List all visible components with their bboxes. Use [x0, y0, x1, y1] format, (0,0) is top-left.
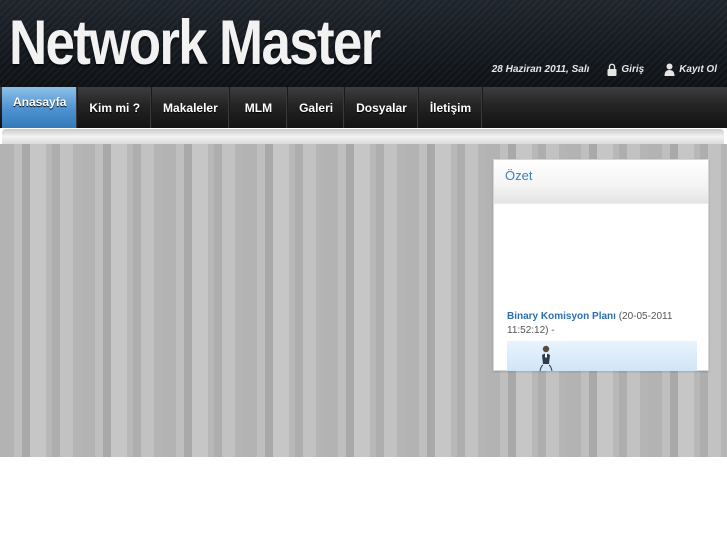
nav-item-galeri[interactable]: Galeri — [288, 87, 346, 128]
site-header: Network Master 28 Haziran 2011, Salı Gir… — [0, 0, 727, 87]
sub-bar — [2, 129, 724, 144]
panel-title: Özet — [494, 160, 708, 204]
article-link[interactable]: Binary Komisyon Planı — [507, 311, 616, 322]
current-date: 28 Haziran 2011, Salı — [491, 63, 590, 75]
nav-item-anasayfa[interactable]: Anasayfa — [2, 87, 79, 128]
nav-item-iletisim[interactable]: İletişim — [419, 87, 484, 128]
main-nav: Anasayfa Kim mi ? Makaleler MLM Galeri D… — [0, 87, 727, 128]
nav-item-makaleler[interactable]: Makaleler — [152, 87, 230, 128]
login-link[interactable]: Giriş — [607, 63, 644, 76]
user-icon — [664, 63, 675, 76]
top-bar: 28 Haziran 2011, Salı Giriş Kayıt Ol — [492, 61, 717, 77]
nav-item-kim-mi[interactable]: Kim mi ? — [78, 87, 153, 128]
login-label: Giriş — [621, 63, 645, 75]
register-label: Kayıt Ol — [679, 63, 717, 75]
lock-icon — [607, 63, 617, 76]
article-thumbnail[interactable] — [507, 341, 697, 371]
nav-item-dosyalar[interactable]: Dosyalar — [345, 87, 419, 128]
nav-item-mlm[interactable]: MLM — [230, 87, 289, 128]
summary-panel: Özet Binary Komisyon Planı (20-05-2011 1… — [493, 159, 709, 371]
panel-body: Binary Komisyon Planı (20-05-2011 11:52:… — [494, 204, 708, 338]
register-link[interactable]: Kayıt Ol — [664, 63, 717, 76]
site-logo[interactable]: Network Master — [9, 8, 381, 78]
